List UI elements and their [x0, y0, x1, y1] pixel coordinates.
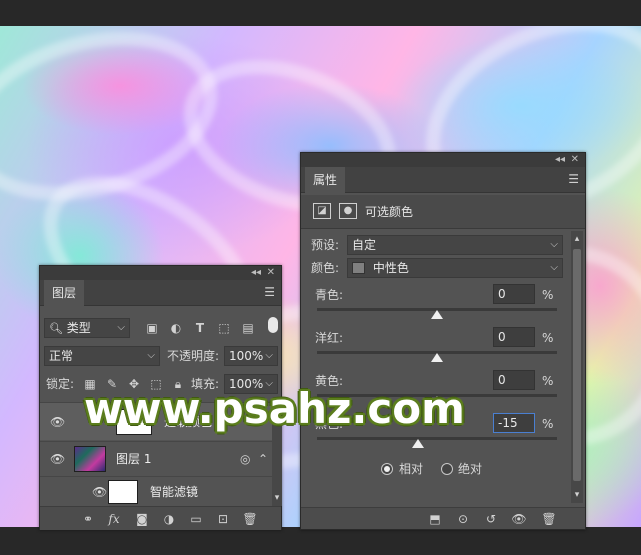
filter-toggle-icon[interactable] — [268, 317, 278, 333]
collapse-icon[interactable]: ◂◂ — [555, 154, 565, 166]
filter-type-label: 类型 — [66, 321, 91, 335]
smart-filter-mask-thumbnail[interactable] — [108, 480, 138, 504]
preset-select[interactable]: 自定 ⌵ — [347, 235, 563, 255]
clip-to-layer-icon[interactable]: ⬒ — [427, 511, 443, 527]
radio-absolute-label[interactable]: 绝对 — [458, 461, 482, 477]
scroll-up-icon[interactable]: ▴ — [571, 231, 583, 247]
fx-icon[interactable]: fx — [106, 511, 122, 527]
layer-name[interactable]: 图层 1 — [116, 451, 151, 467]
slider-value-field[interactable]: 0 — [493, 327, 535, 347]
layer-filter-select[interactable]: 🔍︎ 类型 ⌵ — [44, 318, 130, 338]
adjustment-icon[interactable]: ◑ — [161, 511, 177, 527]
link-icon[interactable]: ⚭ — [80, 511, 96, 527]
panel-top-strip: ◂◂ ✕ — [301, 153, 585, 167]
watermark: www.psahz.com — [84, 384, 465, 433]
layer-thumbnail[interactable] — [74, 446, 106, 472]
visibility-eye-icon[interactable]: 👁︎ — [50, 415, 65, 429]
properties-tab-row: 属性 ☰ — [301, 167, 585, 193]
properties-header: ◪ ● 可选颜色 — [301, 195, 585, 229]
chevron-up-icon[interactable]: ⌃ — [258, 451, 268, 467]
percent-unit: % — [542, 374, 554, 388]
trash-icon[interactable]: 🗑︎ — [541, 511, 557, 527]
opacity-label: 不透明度: — [167, 349, 220, 363]
radio-relative-label[interactable]: 相对 — [399, 461, 423, 477]
close-icon[interactable]: ✕ — [571, 154, 579, 166]
smart-filter-icon: ◎ — [240, 452, 251, 466]
color-swatch — [352, 262, 365, 274]
percent-unit: % — [542, 331, 554, 345]
percent-unit: % — [542, 417, 554, 431]
panel-menu-icon[interactable]: ☰ — [568, 173, 579, 185]
colors-label: 颜色: — [311, 261, 340, 275]
preset-label: 预设: — [311, 238, 340, 252]
adjustment-type-icon: ◪ — [313, 203, 331, 219]
image-filter-icon[interactable]: ▣ — [144, 320, 160, 336]
trash-icon[interactable]: 🗑︎ — [242, 511, 258, 527]
chevron-down-icon: ⌵ — [265, 350, 273, 361]
tab-layers[interactable]: 图层 — [44, 280, 85, 306]
scrollbar-thumb[interactable] — [573, 249, 581, 481]
visibility-eye-icon[interactable]: 👁︎ — [92, 485, 107, 499]
mask-icon[interactable]: ● — [339, 203, 357, 219]
chevron-down-icon: ⌵ — [550, 239, 558, 250]
search-icon: 🔍︎ — [49, 322, 63, 335]
percent-unit: % — [542, 288, 554, 302]
mask-icon[interactable]: ◙ — [134, 511, 150, 527]
properties-scrollbar[interactable]: ▴ ▾ — [571, 231, 583, 503]
collapse-icon[interactable]: ◂◂ — [251, 267, 261, 279]
layers-tab-row: 图层 ☰ — [40, 280, 281, 306]
properties-panel: ◂◂ ✕ 属性 ☰ ◪ ● 可选颜色 预设: 自定 ⌵ 颜色: 中性色 ⌵ 青色… — [300, 152, 586, 530]
colors-value: 中性色 — [372, 261, 409, 275]
visibility-eye-icon[interactable]: 👁︎ — [50, 452, 65, 466]
folder-icon[interactable]: ▭ — [188, 511, 204, 527]
smart-filter-name[interactable]: 智能滤镜 — [150, 484, 198, 500]
bottom-bar — [0, 527, 641, 555]
lock-label: 锁定: — [46, 377, 75, 391]
slider-track[interactable] — [317, 437, 557, 440]
properties-footer: ⬒ ⊙ ↺ 👁︎ 🗑︎ — [301, 507, 585, 529]
slider-value-field[interactable]: -15 — [493, 413, 535, 433]
scroll-down-icon[interactable]: ▾ — [272, 490, 282, 506]
smart-object-filter-icon[interactable]: ▤ — [240, 320, 256, 336]
new-layer-icon[interactable]: ⊡ — [215, 511, 231, 527]
chevron-down-icon: ⌵ — [117, 322, 125, 333]
slider-value-field[interactable]: 0 — [493, 284, 535, 304]
blend-mode-value: 正常 — [49, 349, 74, 363]
panel-top-strip: ◂◂ ✕ — [40, 266, 281, 280]
chevron-down-icon: ⌵ — [147, 350, 155, 361]
layer-row[interactable]: 👁︎ 图层 1 ◎ ⌃ — [40, 441, 272, 475]
reset-icon[interactable]: ↺ — [483, 511, 499, 527]
blend-mode-select[interactable]: 正常 ⌵ — [44, 346, 160, 366]
type-filter-icon[interactable]: T — [192, 320, 208, 336]
adjustment-title: 可选颜色 — [365, 205, 414, 219]
layer-row[interactable]: 👁︎ 智能滤镜 — [40, 476, 272, 506]
slider-thumb[interactable] — [431, 310, 443, 319]
view-previous-state-icon[interactable]: ⊙ — [455, 511, 471, 527]
shape-filter-icon[interactable]: ⬚ — [216, 320, 232, 336]
opacity-field[interactable]: 100% ⌵ — [224, 346, 278, 366]
adjustment-filter-icon[interactable]: ◐ — [168, 320, 184, 336]
slider-thumb[interactable] — [431, 353, 443, 362]
layers-footer: ⚭ fx ◙ ◑ ▭ ⊡ 🗑︎ — [40, 506, 281, 530]
panel-menu-icon[interactable]: ☰ — [264, 286, 275, 298]
slider-label: 洋红: — [315, 331, 344, 345]
toggle-visibility-icon[interactable]: 👁︎ — [511, 511, 527, 527]
close-icon[interactable]: ✕ — [267, 267, 275, 279]
scroll-down-icon[interactable]: ▾ — [571, 487, 583, 503]
tab-properties[interactable]: 属性 — [305, 167, 346, 193]
slider-thumb[interactable] — [411, 439, 424, 448]
opacity-value: 100% — [229, 349, 264, 363]
colors-select[interactable]: 中性色 ⌵ — [347, 258, 563, 278]
preset-value: 自定 — [352, 238, 377, 252]
slider-value-field[interactable]: 0 — [493, 370, 535, 390]
radio-absolute[interactable] — [441, 463, 453, 475]
radio-relative[interactable] — [381, 463, 393, 475]
top-bar — [0, 0, 641, 26]
chevron-down-icon: ⌵ — [550, 262, 558, 273]
slider-label: 青色: — [315, 288, 344, 302]
